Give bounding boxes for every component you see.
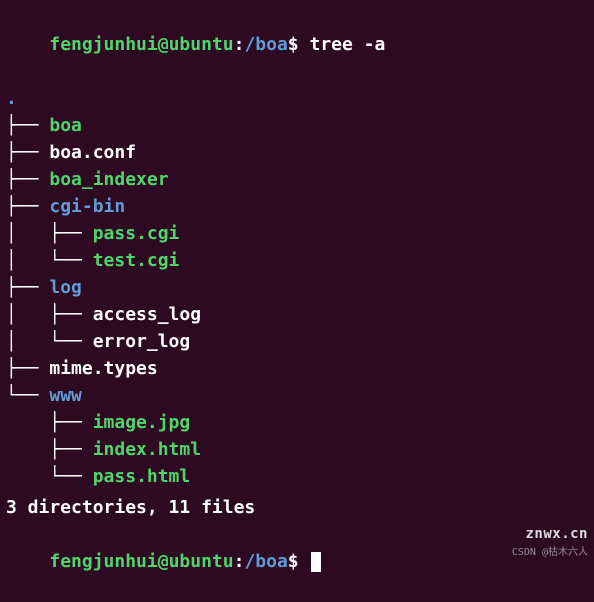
tree-row: ├── log (6, 274, 588, 301)
tree-row: ├── index.html (6, 436, 588, 463)
tree-row: ├── cgi-bin (6, 193, 588, 220)
cwd-path: /boa (244, 551, 287, 572)
watermark-author: CSDN @枯木六人 (512, 545, 588, 560)
tree-row: ├── boa (6, 112, 588, 139)
colon: : (234, 34, 245, 55)
tree-entry: pass.cgi (93, 223, 180, 244)
colon: : (234, 551, 245, 572)
tree-row: ├── image.jpg (6, 409, 588, 436)
tree-row: ├── boa.conf (6, 139, 588, 166)
user-host: fengjunhui@ubuntu (49, 551, 233, 572)
tree-row: │ ├── pass.cgi (6, 220, 588, 247)
tree-row: └── pass.html (6, 463, 588, 490)
tree-connector: │ └── (6, 331, 93, 352)
tree-summary: 3 directories, 11 files (6, 494, 588, 521)
prompt-line-2: fengjunhui@ubuntu:/boa$ (6, 521, 588, 602)
tree-connector: ├── (6, 277, 49, 298)
tree-root: . (6, 85, 588, 112)
tree-entry: test.cgi (93, 250, 180, 271)
user-host: fengjunhui@ubuntu (49, 34, 233, 55)
command: tree -a (309, 34, 385, 55)
tree-entry: index.html (93, 439, 201, 460)
prompt-line-1: fengjunhui@ubuntu:/boa$ tree -a (6, 4, 588, 85)
tree-row: │ └── test.cgi (6, 247, 588, 274)
tree-connector: │ ├── (6, 223, 93, 244)
tree-row: └── www (6, 382, 588, 409)
tree-entry: error_log (93, 331, 191, 352)
tree-row: ├── boa_indexer (6, 166, 588, 193)
tree-entry: www (49, 385, 82, 406)
tree-row: ├── mime.types (6, 355, 588, 382)
terminal-output[interactable]: fengjunhui@ubuntu:/boa$ tree -a . ├── bo… (6, 4, 588, 602)
tree-connector: │ ├── (6, 304, 93, 325)
tree-row: │ ├── access_log (6, 301, 588, 328)
tree-connector: ├── (6, 358, 49, 379)
tree-row: │ └── error_log (6, 328, 588, 355)
tree-entry: access_log (93, 304, 201, 325)
tree-entry: mime.types (49, 358, 157, 379)
tree-entry: log (49, 277, 82, 298)
tree-entry: boa.conf (49, 142, 136, 163)
tree-entry: image.jpg (93, 412, 191, 433)
tree-entry: cgi-bin (49, 196, 125, 217)
tree-connector: ├── (6, 115, 49, 136)
tree-connector: ├── (6, 142, 49, 163)
tree-connector: ├── (6, 169, 49, 190)
watermark: znwx.cn CSDN @枯木六人 (512, 524, 588, 560)
tree-entry: boa (49, 115, 82, 136)
cursor-icon (311, 552, 321, 572)
tree-body: ├── boa├── boa.conf├── boa_indexer├── cg… (6, 112, 588, 490)
tree-connector: │ └── (6, 250, 93, 271)
dollar: $ (288, 34, 299, 55)
tree-connector: ├── (6, 439, 93, 460)
tree-connector: └── (6, 385, 49, 406)
tree-entry: boa_indexer (49, 169, 168, 190)
root-dot: . (6, 88, 17, 109)
tree-connector: └── (6, 466, 93, 487)
dollar: $ (288, 551, 299, 572)
watermark-domain: znwx.cn (512, 524, 588, 545)
tree-connector: ├── (6, 412, 93, 433)
tree-entry: pass.html (93, 466, 191, 487)
cwd-path: /boa (244, 34, 287, 55)
tree-connector: ├── (6, 196, 49, 217)
